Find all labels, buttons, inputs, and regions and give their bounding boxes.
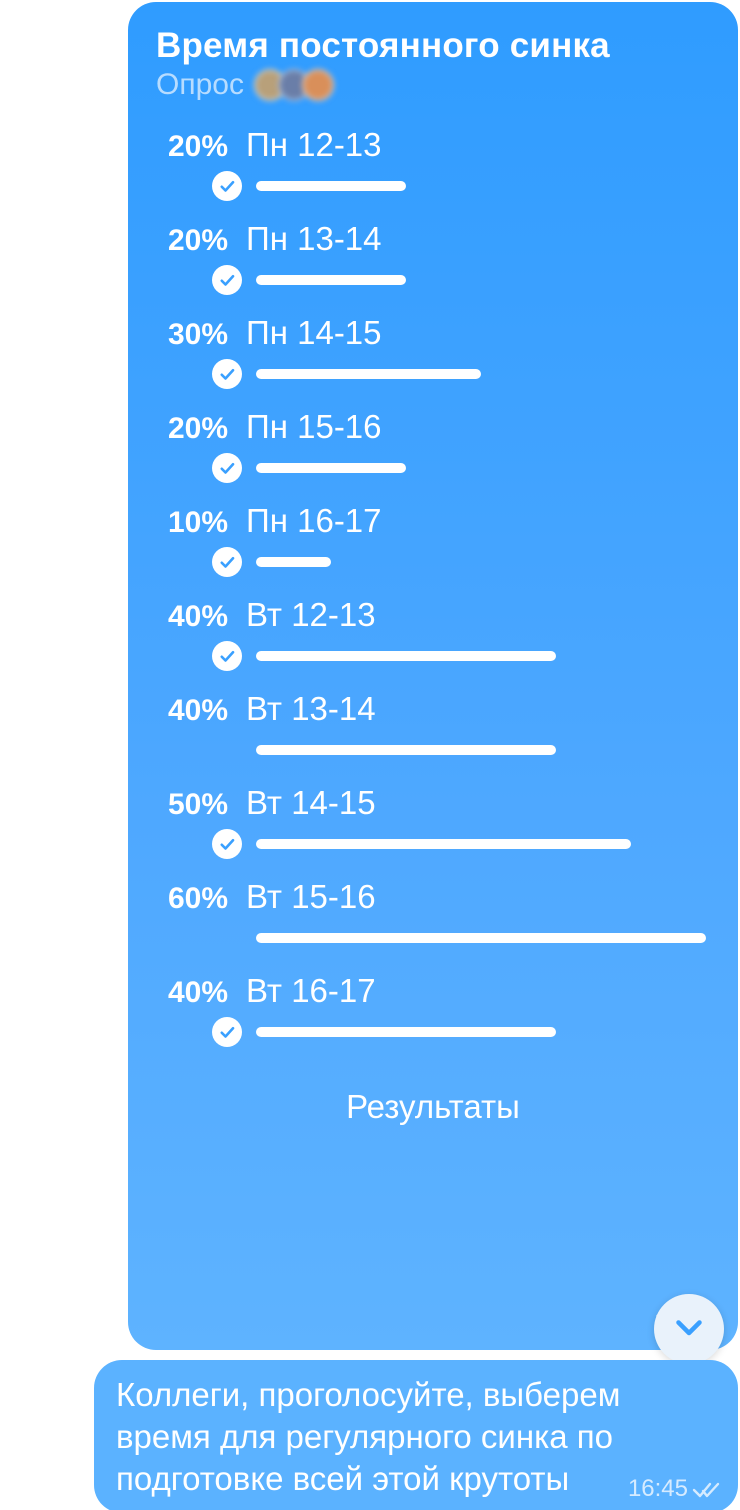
poll-subtitle-row: Опрос: [156, 68, 710, 102]
poll-option-bar: [256, 839, 706, 849]
read-ticks-icon: [692, 1479, 720, 1499]
poll-subtitle: Опрос: [156, 68, 244, 102]
poll-voter-avatars[interactable]: [254, 69, 334, 101]
checkmark-icon: [212, 265, 242, 295]
poll-option-percent: 40%: [152, 694, 228, 728]
poll-option-percent: 20%: [152, 224, 228, 258]
message-meta: 16:45: [628, 1475, 720, 1503]
poll-option-label: Вт 16-17: [246, 972, 376, 1010]
checkmark-icon: [212, 453, 242, 483]
poll-option[interactable]: 20% Пн 15-16: [152, 402, 714, 490]
chevron-down-icon: [671, 1309, 707, 1350]
poll-option-percent: 40%: [152, 600, 228, 634]
poll-option-percent: 30%: [152, 318, 228, 352]
poll-option-bar-fill: [256, 745, 556, 755]
poll-option-label: Пн 15-16: [246, 408, 382, 446]
poll-option-bar: [256, 557, 706, 567]
poll-option[interactable]: 20% Пн 12-13: [152, 120, 714, 208]
poll-option-bar-fill: [256, 839, 631, 849]
poll-option[interactable]: 20% Пн 13-14: [152, 214, 714, 302]
poll-option[interactable]: 40% Вт 16-17: [152, 966, 714, 1054]
poll-option-percent: 50%: [152, 788, 228, 822]
poll-option-percent: 60%: [152, 882, 228, 916]
message-text: Коллеги, проголосуйте, выберем время для…: [116, 1374, 716, 1501]
checkmark-icon: [212, 641, 242, 671]
checkmark-icon: [212, 829, 242, 859]
poll-option-bar-fill: [256, 181, 406, 191]
poll-option[interactable]: 50% Вт 14-15: [152, 778, 714, 866]
poll-option[interactable]: 10% Пн 16-17: [152, 496, 714, 584]
checkmark-icon: [212, 1017, 242, 1047]
poll-option[interactable]: 30% Пн 14-15: [152, 308, 714, 396]
poll-option-bar: [256, 463, 706, 473]
poll-option-bar-fill: [256, 933, 706, 943]
poll-option-bar: [256, 933, 706, 943]
text-message-bubble: Коллеги, проголосуйте, выберем время для…: [94, 1360, 738, 1510]
poll-option[interactable]: 40% Вт 13-14: [152, 684, 714, 772]
poll-option-bar: [256, 1027, 706, 1037]
poll-option-bar: [256, 745, 706, 755]
poll-results-button[interactable]: Результаты: [152, 1080, 714, 1134]
poll-option-label: Вт 13-14: [246, 690, 376, 728]
scroll-to-bottom-button[interactable]: [654, 1294, 724, 1364]
poll-option-percent: 10%: [152, 506, 228, 540]
poll-option-bar-fill: [256, 557, 331, 567]
poll-option-bar-fill: [256, 463, 406, 473]
message-time: 16:45: [628, 1475, 688, 1503]
poll-option-label: Пн 14-15: [246, 314, 382, 352]
checkmark-placeholder: [212, 923, 242, 953]
poll-option-bar: [256, 275, 706, 285]
poll-option[interactable]: 40% Вт 12-13: [152, 590, 714, 678]
checkmark-icon: [212, 359, 242, 389]
poll-option-label: Вт 12-13: [246, 596, 376, 634]
poll-option-label: Вт 15-16: [246, 878, 376, 916]
poll-option-bar: [256, 181, 706, 191]
avatar: [302, 69, 334, 101]
poll-option-percent: 40%: [152, 976, 228, 1010]
poll-option-bar-fill: [256, 651, 556, 661]
poll-option-bar: [256, 651, 706, 661]
poll-option-label: Пн 12-13: [246, 126, 382, 164]
checkmark-placeholder: [212, 735, 242, 765]
poll-option-bar: [256, 369, 706, 379]
poll-option-label: Пн 16-17: [246, 502, 382, 540]
poll-option[interactable]: 60% Вт 15-16: [152, 872, 714, 960]
poll-option-bar-fill: [256, 275, 406, 285]
poll-options-list: 20% Пн 12-13 20% Пн 13-14 30% Пн 14-15 20% Пн 1…: [152, 120, 714, 1054]
poll-option-percent: 20%: [152, 412, 228, 446]
chat-viewport: Время постоянного синка Опрос 20% Пн 12-1…: [0, 0, 740, 1510]
poll-option-bar-fill: [256, 369, 481, 379]
poll-option-bar-fill: [256, 1027, 556, 1037]
poll-option-label: Вт 14-15: [246, 784, 376, 822]
poll-option-label: Пн 13-14: [246, 220, 382, 258]
checkmark-icon: [212, 547, 242, 577]
poll-title: Время постоянного синка: [156, 26, 710, 66]
poll-option-percent: 20%: [152, 130, 228, 164]
poll-message-bubble: Время постоянного синка Опрос 20% Пн 12-1…: [128, 2, 738, 1350]
checkmark-icon: [212, 171, 242, 201]
